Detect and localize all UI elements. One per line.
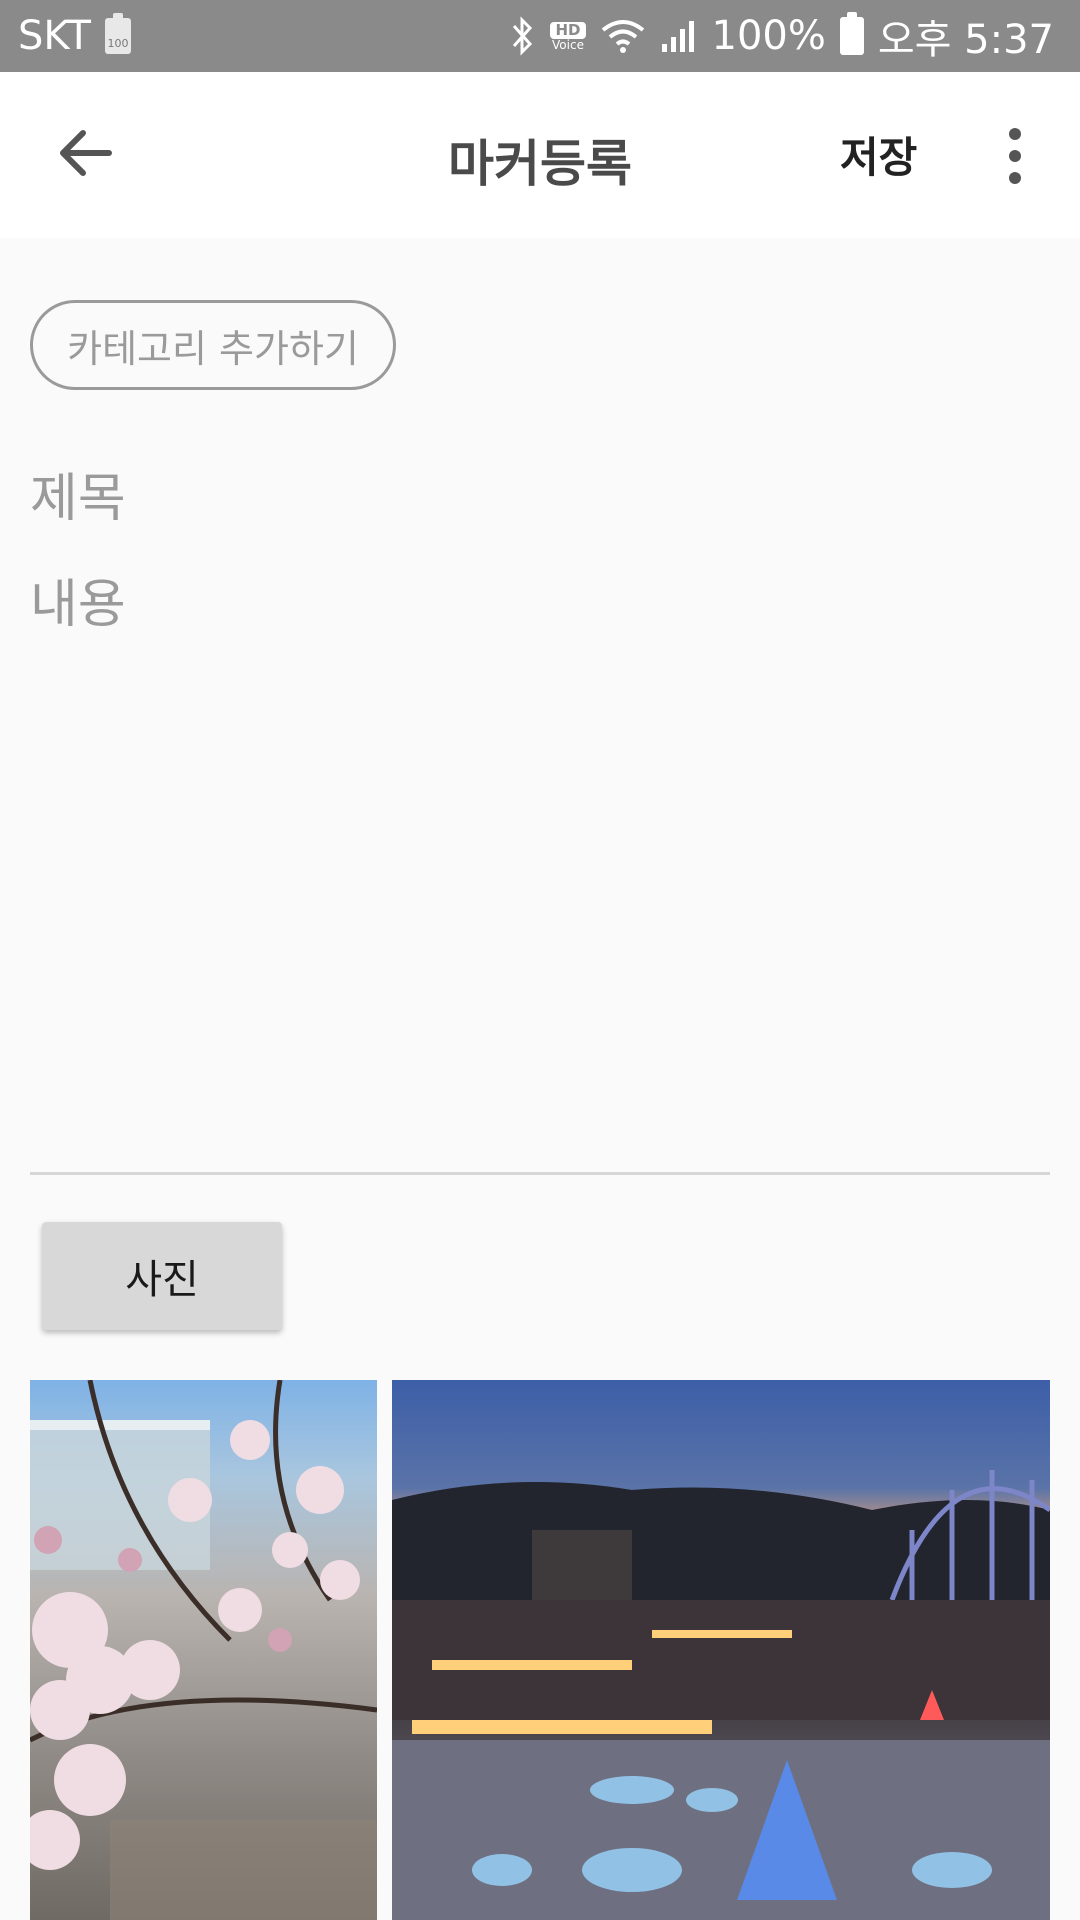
battery-percent: 100% (711, 13, 826, 59)
status-left: SKT 100 (18, 13, 131, 59)
battery-icon (839, 12, 864, 55)
photo-button[interactable]: 사진 (42, 1222, 282, 1330)
content-input[interactable]: 내용 (30, 562, 126, 637)
more-options-button[interactable] (990, 128, 1040, 184)
photo-thumbnail-cherry-blossoms[interactable] (30, 1380, 377, 1920)
amusement-park-image (392, 1470, 1050, 1920)
status-right: HD Voice 100% 오후 5:37 (510, 7, 1054, 65)
add-category-chip[interactable]: 카테고리 추가하기 (30, 300, 396, 390)
cherry-blossom-image (30, 1380, 377, 1920)
save-button[interactable]: 저장 (840, 124, 917, 185)
bluetooth-icon (513, 16, 533, 56)
hd-label: HD (550, 21, 586, 39)
photo-thumbnail-amusement-park[interactable] (392, 1380, 1050, 1920)
more-vert-icon (1009, 128, 1021, 140)
storage-icon: 100 (104, 13, 131, 54)
storage-icon-label: 100 (107, 37, 129, 50)
status-bar: SKT 100 HD Voice 100% 오후 5:37 (0, 0, 1080, 72)
voice-label: Voice (552, 37, 584, 52)
clock: 오후 5:37 (877, 17, 1054, 63)
hd-voice-icon: HD Voice (550, 21, 586, 52)
app-bar: 마커등록 저장 (0, 72, 1080, 238)
signal-icon (661, 21, 694, 52)
title-input[interactable]: 제목 (30, 456, 126, 531)
divider (30, 1172, 1050, 1175)
wifi-icon (601, 20, 644, 53)
page-title: 마커등록 (448, 135, 632, 193)
carrier-label: SKT (18, 13, 91, 59)
